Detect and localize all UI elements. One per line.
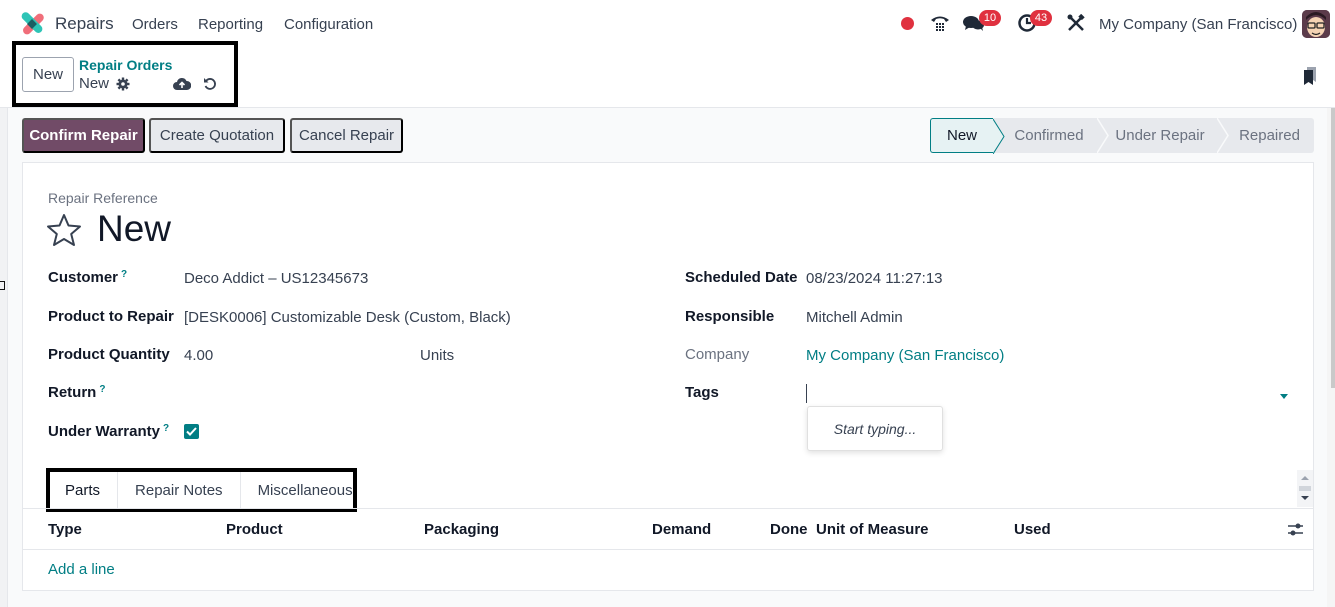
under-warranty-label: Under Warranty? (48, 423, 169, 440)
stage-arrow (1097, 118, 1109, 153)
return-label: Return? (48, 384, 105, 401)
table-footer (22, 591, 1314, 607)
company-label: Company (685, 346, 750, 363)
column-type[interactable]: Type (48, 521, 82, 538)
customer-label: Customer? (48, 269, 127, 286)
stage-confirmed-label: Confirmed (1014, 127, 1084, 144)
top-navbar: Repairs Orders Reporting Configuration 1… (0, 0, 1335, 48)
breadcrumb-repair-orders[interactable]: Repair Orders (79, 57, 172, 73)
tabs-divider (22, 508, 1314, 509)
stage-under-repair[interactable]: Under Repair (1097, 118, 1229, 153)
app-name[interactable]: Repairs (55, 14, 114, 34)
column-demand[interactable]: Demand (652, 521, 711, 538)
text-caret (806, 384, 807, 403)
stage-confirmed[interactable]: Confirmed (993, 118, 1109, 153)
user-avatar[interactable] (1302, 10, 1330, 38)
stage-repaired-label: Repaired (1239, 127, 1300, 144)
tabs-scroller[interactable] (1297, 470, 1313, 507)
table-header-divider (22, 549, 1314, 550)
breadcrumb-current: New (79, 75, 110, 92)
product-quantity-label: Product Quantity (48, 346, 170, 363)
checkmark-icon (186, 427, 197, 436)
return-field[interactable] (184, 385, 484, 405)
phone-icon[interactable] (929, 12, 951, 34)
stage-arrow (1217, 118, 1229, 153)
stage-new-label: New (946, 127, 977, 144)
menu-configuration[interactable]: Configuration (284, 16, 373, 33)
messages-count-badge: 10 (979, 10, 1001, 26)
record-dot-icon[interactable] (901, 17, 914, 30)
undo-icon[interactable] (202, 76, 218, 92)
product-quantity-field[interactable]: 4.00 (184, 347, 213, 364)
tags-autocomplete-dropdown: Start typing... (807, 406, 943, 451)
left-edge (0, 108, 8, 607)
column-product[interactable]: Product (226, 521, 283, 538)
tools-icon[interactable] (1065, 12, 1087, 34)
stage-under-repair-label: Under Repair (1115, 127, 1205, 144)
stage-arrow (993, 119, 1005, 154)
customer-label-text: Customer (48, 269, 119, 286)
notebook-tabs: Parts Repair Notes Miscellaneous (48, 472, 370, 508)
help-icon[interactable]: ? (99, 384, 105, 395)
tab-repair-notes[interactable]: Repair Notes (118, 472, 241, 508)
company-field[interactable]: My Company (San Francisco) (806, 347, 1004, 364)
activities-count-badge: 43 (1030, 10, 1052, 26)
record-name[interactable]: New (97, 208, 171, 250)
responsible-field[interactable]: Mitchell Admin (806, 309, 903, 326)
stage-new[interactable]: New (930, 118, 1005, 154)
return-label-text: Return (48, 384, 97, 401)
menu-orders[interactable]: Orders (132, 16, 178, 33)
chevron-down-icon[interactable] (1280, 394, 1288, 399)
product-to-repair-label: Product to Repair (48, 308, 174, 325)
help-icon[interactable]: ? (163, 423, 169, 434)
optional-columns-icon[interactable] (1287, 521, 1304, 538)
under-warranty-checkbox[interactable] (184, 424, 199, 439)
company-switcher[interactable]: My Company (San Francisco) (1099, 16, 1297, 33)
column-used[interactable]: Used (1014, 521, 1051, 538)
under-warranty-label-text: Under Warranty (48, 423, 160, 440)
column-unit-of-measure[interactable]: Unit of Measure (816, 521, 929, 538)
add-line-link[interactable]: Add a line (48, 561, 115, 578)
product-to-repair-field[interactable]: [DESK0006] Customizable Desk (Custom, Bl… (184, 309, 511, 326)
tags-input[interactable] (806, 384, 1276, 404)
cancel-repair-button[interactable]: Cancel Repair (290, 118, 403, 153)
bookmark-icon[interactable] (1302, 66, 1318, 86)
cloud-upload-icon[interactable] (173, 76, 191, 92)
stage-repaired[interactable]: Repaired (1217, 118, 1314, 153)
repair-reference-label: Repair Reference (48, 190, 158, 206)
tags-label: Tags (685, 384, 719, 401)
scheduled-date-label: Scheduled Date (685, 269, 798, 286)
repairs-app-logo[interactable] (20, 12, 44, 36)
tab-parts[interactable]: Parts (48, 472, 119, 508)
create-quotation-button[interactable]: Create Quotation (149, 118, 285, 153)
menu-reporting[interactable]: Reporting (198, 16, 263, 33)
page-scrollbar-thumb[interactable] (1331, 108, 1335, 388)
scroll-arrows-icon (1299, 476, 1311, 500)
product-uom-field[interactable]: Units (420, 347, 454, 364)
star-icon[interactable] (46, 213, 82, 247)
status-bar: New Confirmed Under Repair Repaired (930, 118, 1314, 154)
confirm-repair-button[interactable]: Confirm Repair (22, 118, 145, 153)
gear-icon[interactable] (115, 76, 131, 92)
column-done[interactable]: Done (770, 521, 808, 538)
scheduled-date-field[interactable]: 08/23/2024 11:27:13 (806, 270, 943, 287)
responsible-label: Responsible (685, 308, 775, 325)
autocomplete-hint: Start typing... (833, 420, 917, 437)
help-icon[interactable]: ? (121, 269, 127, 280)
left-edge-marker (0, 281, 5, 290)
customer-field[interactable]: Deco Addict – US12345673 (184, 270, 368, 287)
tab-miscellaneous[interactable]: Miscellaneous (240, 472, 370, 508)
new-record-button[interactable]: New (22, 57, 74, 92)
control-panel (0, 48, 1335, 108)
column-packaging[interactable]: Packaging (424, 521, 499, 538)
